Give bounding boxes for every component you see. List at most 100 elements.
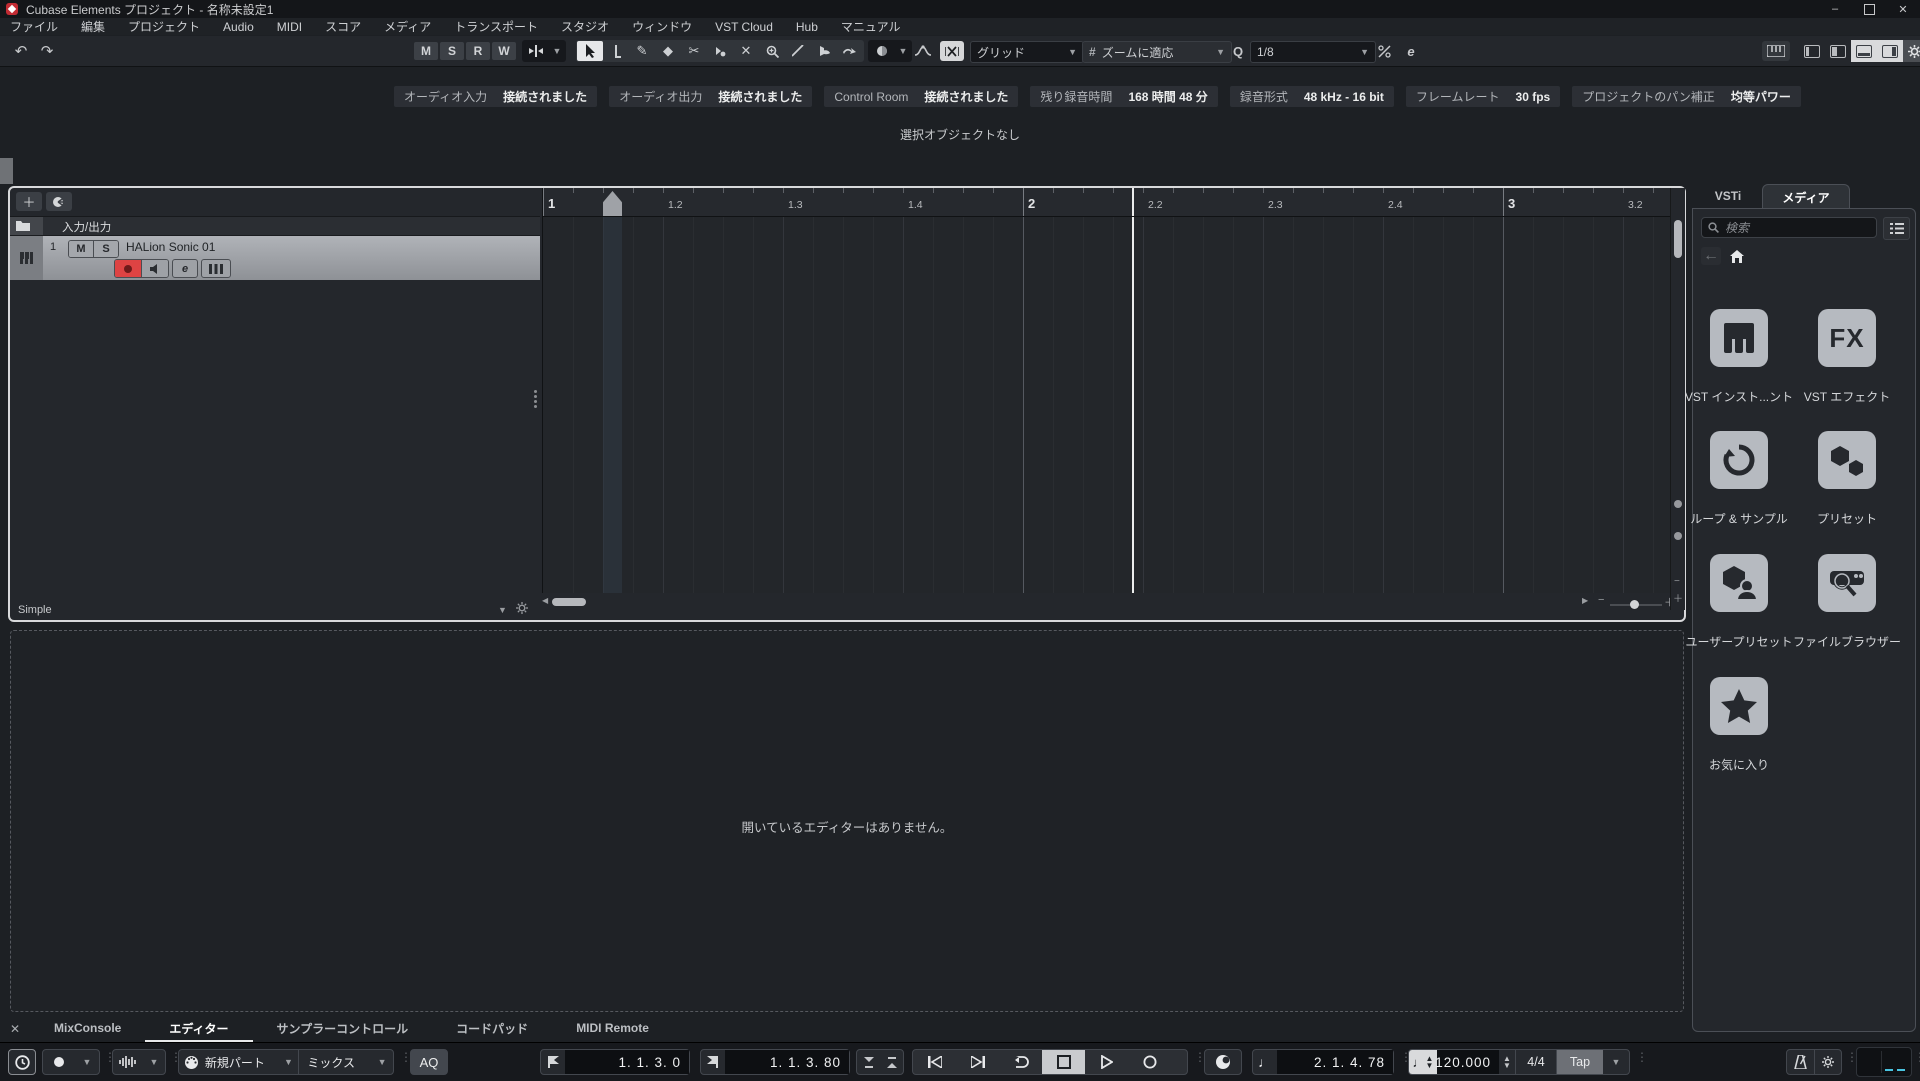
- io-folder-track[interactable]: 入力/出力: [10, 217, 540, 236]
- menu-item-8[interactable]: スタジオ: [561, 18, 609, 35]
- v-zoom-knob-1[interactable]: [1674, 500, 1682, 508]
- snap-type-select[interactable]: グリッド ▼: [970, 41, 1084, 63]
- grid-type-select[interactable]: # ズームに適応 ▼: [1082, 41, 1232, 63]
- performance-meter[interactable]: [1856, 1047, 1912, 1077]
- undo-button[interactable]: ↶: [10, 41, 32, 61]
- tile-user-presets[interactable]: ユーザープリセット: [1685, 554, 1793, 650]
- tile-vst-instruments[interactable]: VST インスト...ント: [1685, 309, 1793, 405]
- menu-item-7[interactable]: トランスポート: [454, 18, 538, 35]
- midi-insert-dropdown[interactable]: ▼: [279, 1050, 299, 1074]
- menu-item-4[interactable]: MIDI: [277, 20, 302, 34]
- metronome-icon[interactable]: [1787, 1050, 1814, 1074]
- add-track-button[interactable]: ＋: [16, 192, 42, 211]
- right-locator-display[interactable]: 1. 1. 3. 80: [725, 1050, 849, 1074]
- lower-tab-1[interactable]: エディター: [145, 1016, 253, 1042]
- iterative-quantize-button[interactable]: [1372, 41, 1396, 61]
- left-zone-handle[interactable]: [0, 158, 13, 184]
- split-tool[interactable]: ✂: [681, 41, 707, 61]
- setup-gear-icon[interactable]: [1903, 40, 1920, 62]
- time-signature-display[interactable]: 4/4: [1516, 1050, 1556, 1074]
- zoom-tool[interactable]: [759, 41, 785, 61]
- tempo-track-icon[interactable]: ♩ ▲ ▼: [1409, 1050, 1437, 1074]
- midi-insert-mode[interactable]: 新規パート: [205, 1050, 279, 1074]
- menu-item-2[interactable]: プロジェクト: [128, 18, 200, 35]
- record-button[interactable]: [1128, 1050, 1171, 1074]
- lower-tab-2[interactable]: サンプラーコントロール: [253, 1016, 433, 1042]
- jog-button[interactable]: [1204, 1049, 1242, 1075]
- tile-favorites[interactable]: お気に入り: [1685, 677, 1793, 773]
- record-enable-button[interactable]: [115, 260, 141, 277]
- tap-dropdown[interactable]: ▼: [1603, 1050, 1629, 1074]
- menu-item-12[interactable]: マニュアル: [841, 18, 901, 35]
- splitter-handle[interactable]: [534, 388, 538, 414]
- info-item-0[interactable]: オーディオ入力 接続されました: [394, 86, 598, 107]
- event-display[interactable]: [542, 217, 1671, 593]
- automation-s-button[interactable]: S: [440, 42, 464, 60]
- mute-tool[interactable]: ✕: [733, 41, 759, 61]
- v-zoom-knob-2[interactable]: [1674, 532, 1682, 540]
- info-item-6[interactable]: プロジェクトのパン補正 均等パワー: [1572, 86, 1801, 107]
- stop-button[interactable]: [1042, 1050, 1085, 1074]
- left-locator-display[interactable]: 1. 1. 3. 0: [565, 1050, 689, 1074]
- audio-record-mode-group[interactable]: ▼: [112, 1049, 166, 1075]
- close-lower-zone-icon[interactable]: ✕: [0, 1022, 30, 1036]
- go-to-end-button[interactable]: [956, 1050, 999, 1074]
- inspector-toggle[interactable]: [1825, 40, 1851, 62]
- tile-vst-effects[interactable]: FX VST エフェクト: [1793, 309, 1901, 405]
- info-item-2[interactable]: Control Room 接続されました: [824, 86, 1019, 107]
- list-view-button[interactable]: [1883, 217, 1910, 240]
- audio-record-dropdown[interactable]: ▼: [143, 1050, 165, 1074]
- menu-item-5[interactable]: スコア: [325, 18, 361, 35]
- onscreen-keyboard-button[interactable]: [1762, 41, 1790, 61]
- cycle-region-marker[interactable]: [603, 191, 622, 216]
- v-zoom-out-icon[interactable]: −: [1674, 576, 1680, 587]
- home-icon[interactable]: [1727, 247, 1747, 265]
- play-button[interactable]: [1085, 1050, 1128, 1074]
- h-zoom-handle[interactable]: [1630, 600, 1639, 609]
- menu-item-6[interactable]: メディア: [384, 18, 431, 35]
- vertical-scrollbar[interactable]: − ＋: [1670, 188, 1685, 610]
- automation-m-button[interactable]: M: [414, 42, 438, 60]
- h-scroll-thumb[interactable]: [552, 598, 586, 606]
- erase-tool[interactable]: ◆: [655, 41, 681, 61]
- draw-tool[interactable]: ✎: [629, 41, 655, 61]
- close-button[interactable]: ✕: [1886, 0, 1920, 18]
- menu-item-3[interactable]: Audio: [223, 20, 254, 34]
- menu-item-0[interactable]: ファイル: [10, 18, 58, 35]
- preset-dropdown-icon[interactable]: ▼: [498, 605, 507, 615]
- tempo-display[interactable]: 120.000: [1435, 1050, 1499, 1074]
- zoom-out-icon[interactable]: −: [1598, 594, 1604, 606]
- punch-in-icon[interactable]: [857, 1050, 880, 1074]
- automation-curve-button[interactable]: [910, 41, 936, 61]
- scroll-left-icon[interactable]: ◀: [542, 596, 548, 605]
- menu-item-9[interactable]: ウィンドウ: [632, 18, 692, 35]
- range-tool[interactable]: [603, 41, 629, 61]
- track-visibility-button[interactable]: [46, 192, 72, 211]
- cycle-button[interactable]: [999, 1050, 1042, 1074]
- transport-time-display-mode[interactable]: [8, 1049, 36, 1075]
- edit-instrument-button[interactable]: e: [172, 259, 198, 278]
- color-tool-button[interactable]: [869, 41, 895, 61]
- lower-tab-3[interactable]: コードパッド: [432, 1016, 552, 1042]
- quantize-panel-button[interactable]: e: [1400, 41, 1422, 61]
- tab-vsti[interactable]: VSTi: [1702, 184, 1754, 208]
- instrument-track[interactable]: 1 M S HALion Sonic 01 e: [10, 236, 540, 280]
- snap-toggle[interactable]: [940, 41, 964, 61]
- v-scroll-thumb[interactable]: [1674, 220, 1682, 258]
- maximize-button[interactable]: [1852, 0, 1886, 18]
- lower-tab-0[interactable]: MixConsole: [30, 1016, 145, 1042]
- left-locator-group[interactable]: 1. 1. 3. 0: [540, 1049, 690, 1075]
- tile-file-browser[interactable]: ファイルブラウザー: [1793, 554, 1901, 650]
- tab-media[interactable]: メディア: [1762, 184, 1850, 209]
- quantize-select[interactable]: 1/8 ▼: [1250, 41, 1376, 63]
- glue-tool[interactable]: [707, 41, 733, 61]
- right-locator-group[interactable]: 1. 1. 3. 80: [700, 1049, 850, 1075]
- info-item-5[interactable]: フレームレート 30 fps: [1405, 86, 1561, 107]
- position-display[interactable]: 2. 1. 4. 78: [1277, 1050, 1393, 1074]
- midi-mix-mode[interactable]: ミックス: [299, 1050, 371, 1074]
- tap-tempo-button[interactable]: Tap: [1557, 1050, 1603, 1074]
- info-item-1[interactable]: オーディオ出力 接続されました: [609, 86, 813, 107]
- aq-button[interactable]: AQ: [410, 1049, 448, 1075]
- info-item-4[interactable]: 録音形式 48 kHz - 16 bit: [1229, 86, 1394, 107]
- line-tool[interactable]: [785, 41, 811, 61]
